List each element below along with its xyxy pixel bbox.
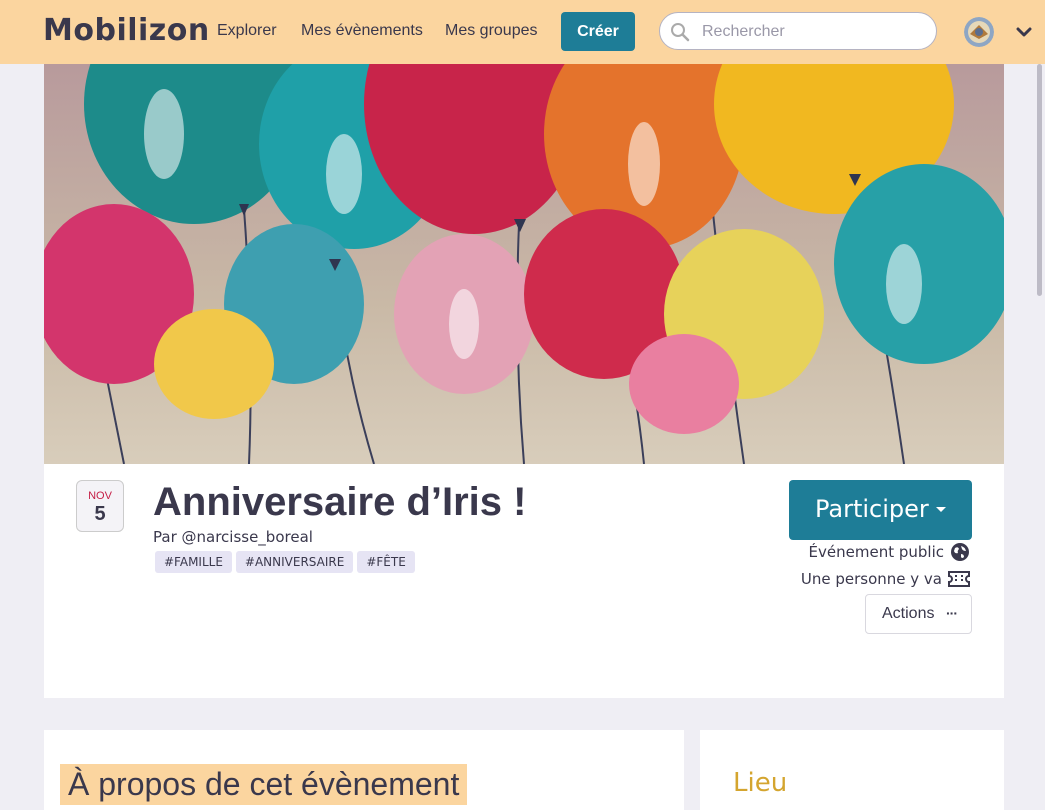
event-banner-image <box>44 64 1004 464</box>
date-month: NOV <box>88 490 112 502</box>
tag-anniversaire[interactable]: #ANNIVERSAIRE <box>235 551 354 573</box>
more-dots-icon: ··· <box>946 605 958 621</box>
scrollbar-thumb[interactable] <box>1037 64 1042 296</box>
event-tags: #FAMILLE #ANNIVERSAIRE #FÊTE <box>155 551 415 573</box>
date-day: 5 <box>94 503 106 525</box>
tag-famille[interactable]: #FAMILLE <box>155 551 232 573</box>
participate-label: Participer <box>815 495 929 523</box>
create-button[interactable]: Créer <box>561 12 635 51</box>
actions-button[interactable]: Actions ··· <box>865 594 972 634</box>
event-title: Anniversaire d’Iris ! <box>153 480 527 524</box>
visibility-text: Événement public <box>808 543 944 561</box>
actions-label: Actions <box>882 605 935 622</box>
search-icon <box>671 23 690 42</box>
caret-down-icon <box>936 507 946 512</box>
nav-explorer[interactable]: Explorer <box>217 22 277 40</box>
nav-my-events[interactable]: Mes évènements <box>301 22 423 40</box>
search-input[interactable] <box>700 19 924 45</box>
tag-fete[interactable]: #FÊTE <box>357 551 415 573</box>
event-attendance: Une personne y va <box>801 570 970 588</box>
event-date-badge: NOV 5 <box>76 480 124 532</box>
ticket-icon <box>948 571 970 587</box>
mobilizon-logo[interactable]: Mobilizon <box>43 13 210 48</box>
place-section: Lieu <box>700 730 1004 810</box>
about-title: À propos de cet évènement <box>60 764 468 805</box>
nav-my-groups[interactable]: Mes groupes <box>445 22 538 40</box>
search-box <box>659 12 937 50</box>
about-section: À propos de cet évènement <box>44 730 684 810</box>
event-visibility: Événement public <box>809 542 970 562</box>
globe-icon <box>951 543 969 561</box>
participate-button[interactable]: Participer <box>789 480 972 540</box>
top-navbar: Mobilizon Explorer Mes évènements Mes gr… <box>0 0 1045 64</box>
chevron-down-icon[interactable] <box>1016 26 1032 38</box>
user-avatar[interactable] <box>964 17 994 47</box>
event-header-card: NOV 5 Anniversaire d’Iris ! Par @narciss… <box>44 464 1004 698</box>
event-organizer[interactable]: Par @narcisse_boreal <box>153 528 313 546</box>
place-title: Lieu <box>733 768 788 798</box>
attendance-text: Une personne y va <box>800 570 942 588</box>
